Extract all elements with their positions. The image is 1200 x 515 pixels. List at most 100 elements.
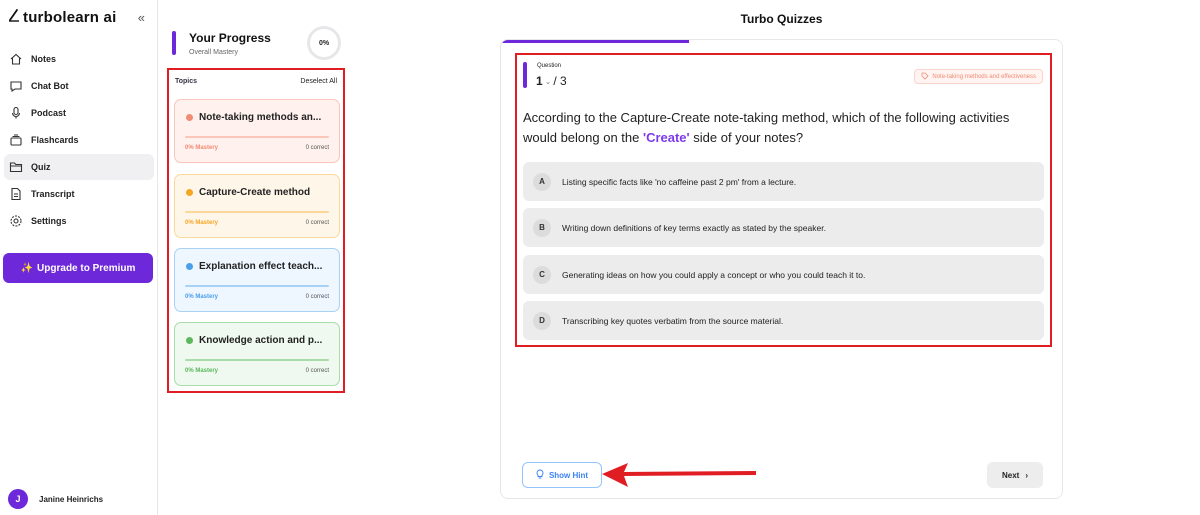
sidebar-item-transcript[interactable]: Transcript bbox=[4, 181, 154, 207]
option-text: Listing specific facts like 'no caffeine… bbox=[562, 176, 797, 187]
topic-mastery: 0% Mastery bbox=[185, 145, 219, 151]
annotation-arrow bbox=[602, 463, 756, 487]
option-letter: A bbox=[533, 172, 551, 191]
topic-mastery: 0% Mastery bbox=[185, 368, 219, 374]
option-letter: C bbox=[533, 265, 551, 284]
topic-mastery: 0% Mastery bbox=[185, 294, 219, 300]
topic-title: Knowledge action and p... bbox=[186, 335, 322, 346]
next-label: Next bbox=[1001, 470, 1020, 480]
sparkle-icon: ✨ bbox=[20, 262, 34, 274]
answer-option-b[interactable]: B Writing down definitions of key terms … bbox=[523, 208, 1044, 247]
sidebar-item-label: Settings bbox=[31, 216, 67, 226]
question-box: Question 1 ⌄ / 3 Note-taking methods and… bbox=[515, 53, 1052, 347]
option-text: Writing down definitions of key terms ex… bbox=[562, 222, 826, 233]
topic-dot bbox=[186, 114, 193, 121]
sidebar-item-chat-bot[interactable]: Chat Bot bbox=[4, 73, 154, 99]
chevron-down-icon: ⌄ bbox=[544, 76, 552, 86]
topic-correct: 0 correct bbox=[305, 368, 329, 374]
microphone-icon bbox=[9, 106, 23, 120]
home-icon bbox=[9, 52, 23, 66]
upgrade-button[interactable]: ✨ Upgrade to Premium bbox=[3, 253, 153, 283]
question-accent-bar bbox=[523, 62, 527, 88]
mastery-ring: 0% bbox=[307, 26, 341, 60]
question-label: Question bbox=[537, 63, 562, 69]
chevron-right-icon: › bbox=[1025, 470, 1028, 480]
upgrade-label: Upgrade to Premium bbox=[37, 262, 136, 274]
progress-header: Your Progress Overall Mastery 0% bbox=[172, 26, 347, 64]
topics-label: Topics bbox=[175, 78, 198, 85]
sidebar-item-quiz[interactable]: Quiz bbox=[4, 154, 154, 180]
answer-option-d[interactable]: D Transcribing key quotes verbatim from … bbox=[523, 301, 1044, 340]
question-highlight: 'Create' bbox=[642, 130, 690, 145]
topic-mastery: 0% Mastery bbox=[185, 220, 219, 226]
collapse-sidebar-icon[interactable]: « bbox=[138, 10, 145, 25]
topic-title: Explanation effect teach... bbox=[186, 261, 322, 272]
topic-title-text: Note-taking methods an... bbox=[199, 112, 322, 123]
sidebar-item-label: Podcast bbox=[31, 108, 67, 118]
answer-option-c[interactable]: C Generating ideas on how you could appl… bbox=[523, 255, 1044, 294]
topic-progress-track bbox=[185, 136, 329, 138]
lightbulb-icon bbox=[536, 469, 544, 481]
quiz-progress-bar bbox=[501, 40, 689, 43]
sidebar-item-notes[interactable]: Notes bbox=[4, 46, 154, 72]
pen-logo-icon bbox=[8, 8, 20, 26]
topics-panel: Topics Deselect All Note-taking methods … bbox=[167, 68, 345, 393]
quiz-card: Question 1 ⌄ / 3 Note-taking methods and… bbox=[500, 39, 1063, 499]
folder-icon bbox=[9, 160, 23, 174]
topic-title: Capture-Create method bbox=[186, 187, 310, 198]
topic-title: Note-taking methods an... bbox=[186, 112, 321, 123]
user-profile[interactable]: J Janine Heinrichs bbox=[8, 489, 103, 509]
sidebar-item-flashcards[interactable]: Flashcards bbox=[4, 127, 154, 153]
show-hint-button[interactable]: Show Hint bbox=[522, 462, 602, 488]
mastery-percent: 0% bbox=[318, 39, 330, 47]
deselect-all-button[interactable]: Deselect All bbox=[300, 78, 337, 85]
show-hint-label: Show Hint bbox=[548, 470, 589, 480]
sidebar-item-podcast[interactable]: Podcast bbox=[4, 100, 154, 126]
chat-icon bbox=[9, 79, 23, 93]
topic-correct: 0 correct bbox=[305, 145, 329, 151]
sidebar-item-label: Transcript bbox=[31, 189, 75, 199]
sidebar-item-settings[interactable]: Settings bbox=[4, 208, 154, 234]
topic-dot bbox=[186, 337, 193, 344]
user-name: Janine Heinrichs bbox=[39, 494, 104, 504]
sidebar-item-label: Quiz bbox=[31, 162, 51, 172]
avatar: J bbox=[8, 489, 28, 509]
topic-dot bbox=[186, 263, 193, 270]
topic-card[interactable]: Knowledge action and p... 0% Mastery 0 c… bbox=[174, 322, 340, 386]
question-text-after: side of your notes? bbox=[689, 130, 804, 145]
progress-subtitle: Overall Mastery bbox=[189, 49, 239, 56]
document-icon bbox=[9, 187, 23, 201]
question-selector[interactable]: 1 ⌄ / 3 bbox=[536, 74, 567, 88]
question-current: 1 bbox=[536, 74, 543, 88]
next-button[interactable]: Next › bbox=[987, 462, 1043, 488]
flashcards-icon bbox=[9, 133, 23, 147]
sidebar-item-label: Flashcards bbox=[31, 135, 79, 145]
sidebar: turbolearn ai « Notes Chat Bot Podcast F… bbox=[0, 0, 158, 515]
sidebar-item-label: Chat Bot bbox=[31, 81, 69, 91]
option-text: Transcribing key quotes verbatim from th… bbox=[562, 315, 784, 326]
answer-option-a[interactable]: A Listing specific facts like 'no caffei… bbox=[523, 162, 1044, 201]
tag-icon bbox=[921, 72, 929, 82]
topic-title-text: Knowledge action and p... bbox=[199, 335, 323, 346]
brand-name: turbolearn ai bbox=[23, 8, 117, 26]
app-window: turbolearn ai « Notes Chat Bot Podcast F… bbox=[0, 0, 1200, 515]
gear-icon bbox=[9, 214, 23, 228]
sidebar-item-label: Notes bbox=[31, 54, 57, 64]
topic-correct: 0 correct bbox=[305, 294, 329, 300]
topic-tag: Note-taking methods and effectiveness bbox=[914, 69, 1043, 84]
page-title: Turbo Quizzes bbox=[740, 12, 823, 26]
topic-correct: 0 correct bbox=[305, 220, 329, 226]
option-letter: D bbox=[533, 311, 551, 330]
topic-progress-track bbox=[185, 211, 329, 213]
topic-card[interactable]: Note-taking methods an... 0% Mastery 0 c… bbox=[174, 99, 340, 163]
topics-header: Topics Deselect All bbox=[175, 78, 337, 85]
topic-card[interactable]: Capture-Create method 0% Mastery 0 corre… bbox=[174, 174, 340, 238]
progress-title: Your Progress bbox=[189, 31, 271, 45]
topic-dot bbox=[186, 189, 193, 196]
topic-card[interactable]: Explanation effect teach... 0% Mastery 0… bbox=[174, 248, 340, 312]
question-text: According to the Capture-Create note-tak… bbox=[523, 108, 1043, 148]
topic-title-text: Explanation effect teach... bbox=[199, 261, 323, 272]
brand-logo[interactable]: turbolearn ai bbox=[8, 8, 116, 26]
topic-tag-text: Note-taking methods and effectiveness bbox=[932, 73, 1036, 80]
topic-progress-track bbox=[185, 285, 329, 287]
